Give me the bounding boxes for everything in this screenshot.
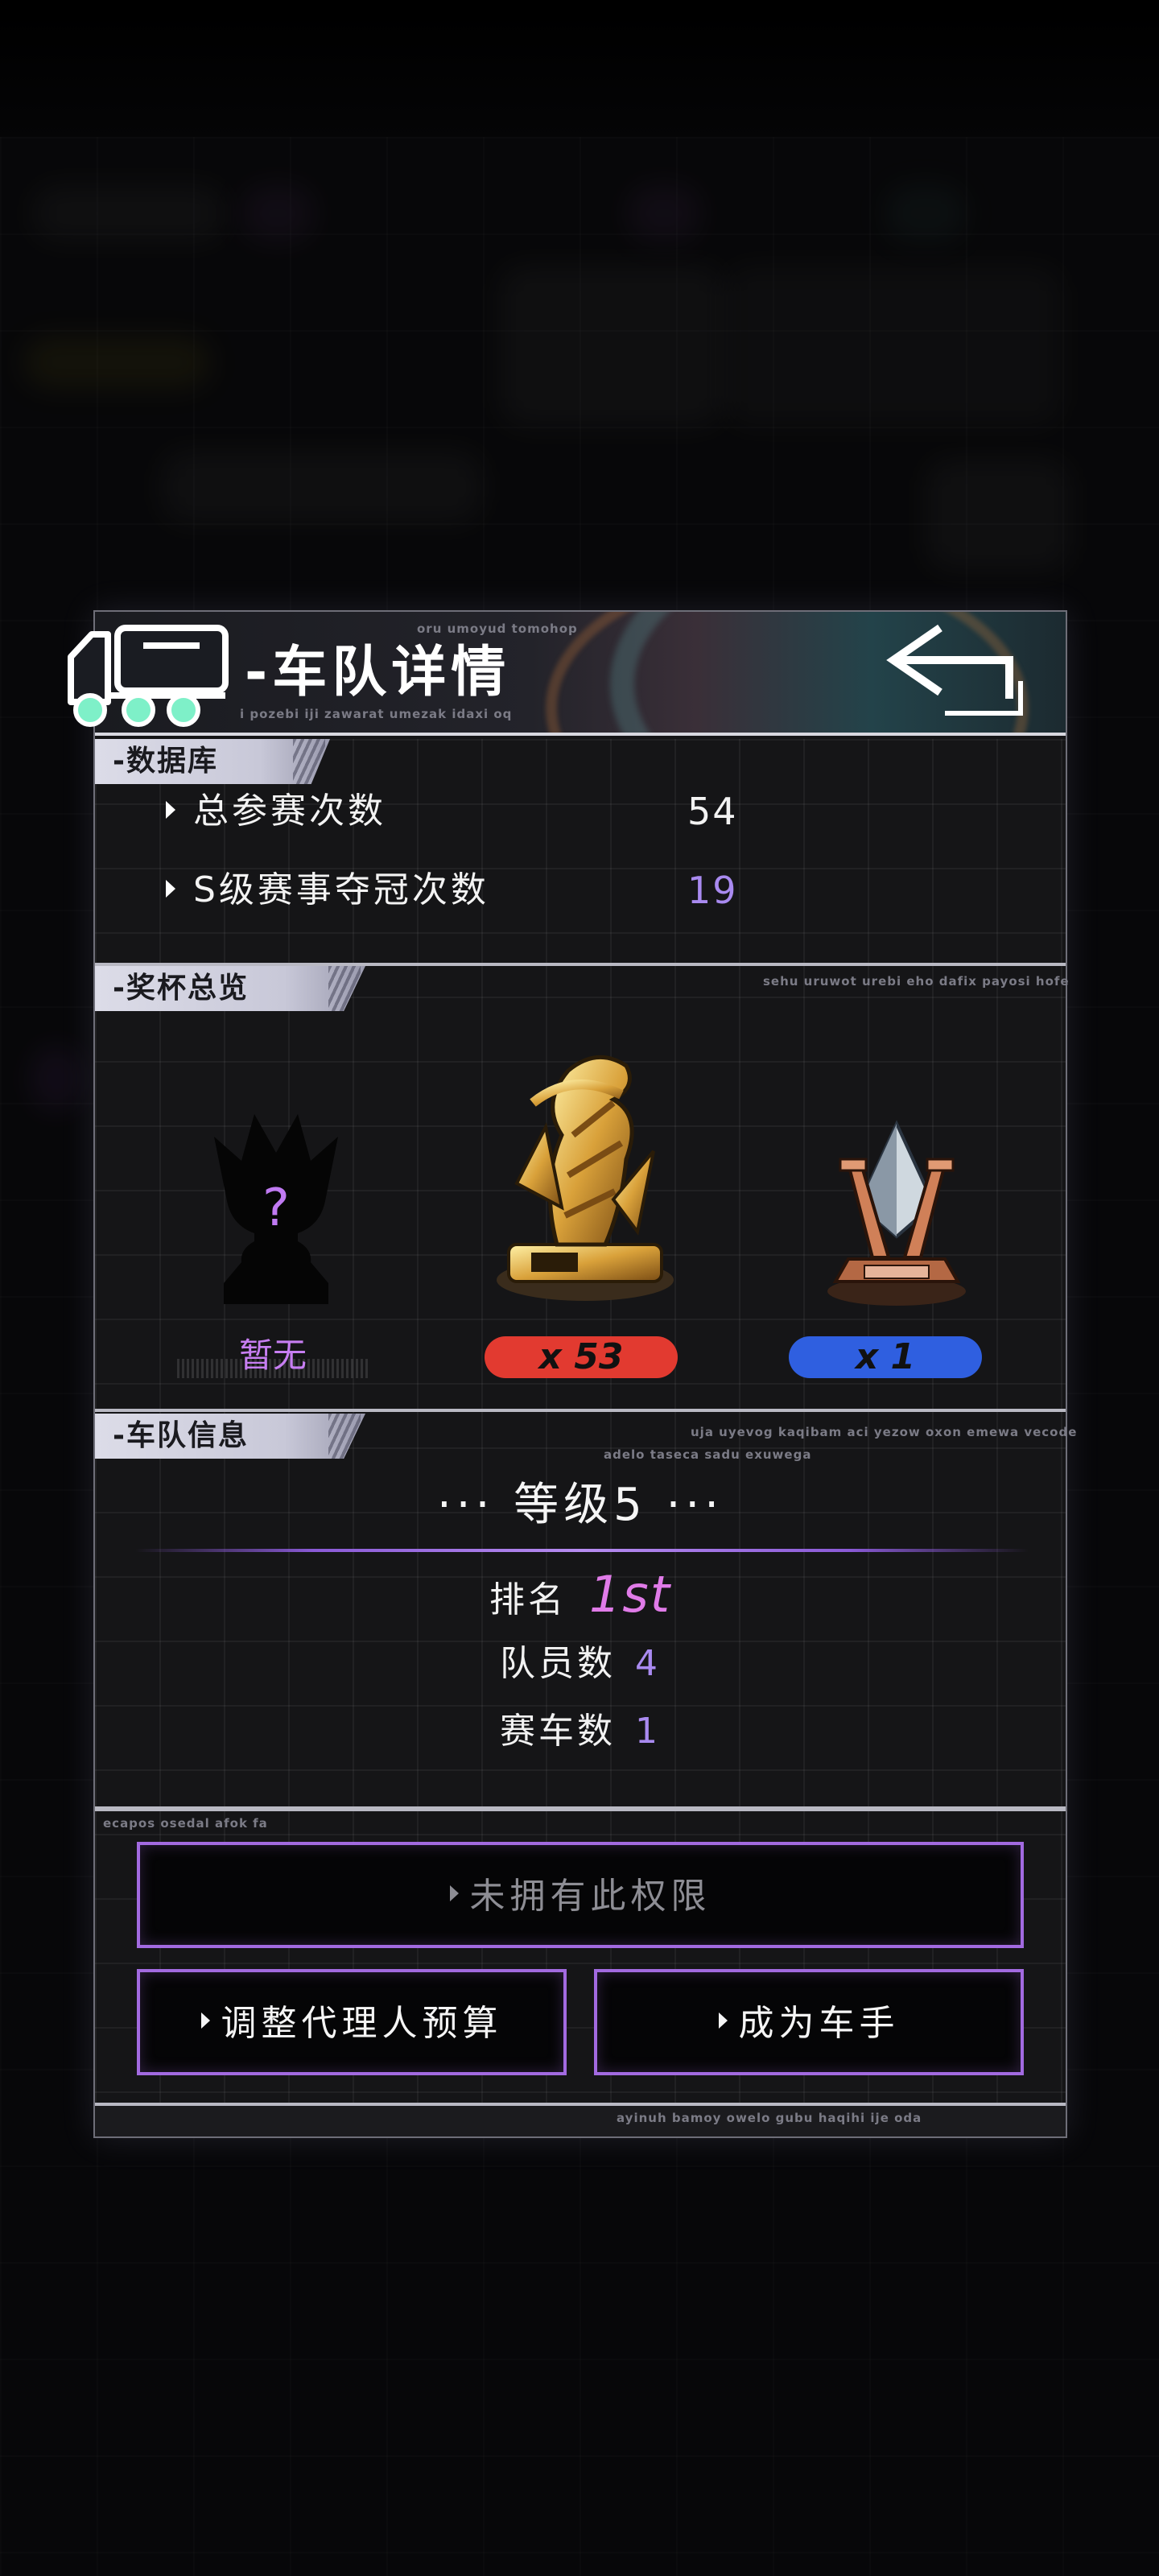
section-divider: [95, 1409, 1066, 1412]
level-underline: [135, 1549, 1029, 1552]
triangle-icon: [718, 2013, 728, 2029]
section-divider: [95, 1806, 1066, 1811]
members-value: 4: [635, 1643, 661, 1684]
members-label: 队员数: [500, 1643, 616, 1684]
tab-team-info: -车队信息: [95, 1414, 365, 1459]
back-button[interactable]: [884, 612, 1045, 733]
section-divider: [95, 963, 1066, 966]
gold-trophy-count: x 53: [485, 1336, 678, 1378]
become-driver-button[interactable]: 成为车手: [594, 1969, 1024, 2075]
triangle-icon: [166, 801, 175, 819]
page-title: -车队详情: [245, 641, 511, 704]
trophies-decor-text: sehu uruwot urebi eho dafix payosi hofe: [763, 974, 1070, 989]
bronze-trophy-count: x 1: [789, 1336, 982, 1378]
rank-label: 排名: [489, 1579, 567, 1620]
no-permission-button[interactable]: 未拥有此权限: [137, 1842, 1024, 1948]
team-members: 队员数 4: [95, 1636, 1066, 1692]
team-details-dialog: oru umoyud tomohop i pozebi iji zawarat …: [68, 610, 1076, 2138]
team-info-decor-text: uja uyevog kaqibam aci yezow oxon emewa …: [691, 1425, 1078, 1439]
adjust-budget-label: 调整代理人预算: [221, 2003, 503, 2044]
tab-team-info-label: -车队信息: [113, 1419, 249, 1452]
team-cars: 赛车数 1: [95, 1703, 1066, 1760]
tab-trophies-label: -奖杯总览: [113, 972, 249, 1005]
total-races-value: 54: [687, 790, 738, 833]
s-class-wins-label: S级赛事夺冠次数: [166, 866, 489, 914]
rank-value: 1st: [588, 1565, 672, 1624]
back-arrow-icon: [886, 624, 1023, 716]
cars-value: 1: [635, 1711, 661, 1752]
no-permission-label: 未拥有此权限: [469, 1876, 711, 1917]
adjust-budget-button[interactable]: 调整代理人预算: [137, 1969, 567, 2075]
s-class-wins-value: 19: [687, 869, 738, 912]
actions-decor-text: ecapos osedal afok fa: [103, 1816, 268, 1831]
bronze-trophy-icon: [827, 1120, 966, 1306]
total-races-text: 总参赛次数: [193, 791, 386, 832]
team-rank: 排名 1st: [95, 1567, 1066, 1629]
cars-label: 赛车数: [500, 1711, 616, 1752]
locked-trophy-icon: ?: [214, 1114, 338, 1304]
become-driver-label: 成为车手: [738, 2003, 900, 2044]
team-info-decor-text-2: adelo taseca sadu exuwega: [604, 1447, 812, 1462]
dialog-header: oru umoyud tomohop i pozebi iji zawarat …: [95, 612, 1066, 736]
total-races-label: 总参赛次数: [166, 787, 386, 836]
s-class-wins-text: S级赛事夺冠次数: [193, 869, 489, 910]
dialog-footer: ayinuh bamoy owelo gubu haqihi ije oda: [95, 2103, 1066, 2136]
truck-icon: [68, 625, 229, 727]
tab-database-label: -数据库: [113, 745, 218, 778]
triangle-icon: [200, 2013, 210, 2029]
triangle-icon: [166, 880, 175, 898]
triangle-icon: [449, 1885, 459, 1901]
gold-trophy-icon: [497, 1055, 674, 1301]
footer-decor-text: ayinuh bamoy owelo gubu haqihi ije oda: [617, 2111, 922, 2125]
no-trophy-label: 暂无: [177, 1333, 369, 1378]
team-level: ··· 等级5 ···: [436, 1479, 724, 1531]
tab-trophies: -奖杯总览: [95, 966, 365, 1011]
question-mark: ?: [262, 1179, 290, 1238]
tab-database: -数据库: [95, 739, 330, 784]
